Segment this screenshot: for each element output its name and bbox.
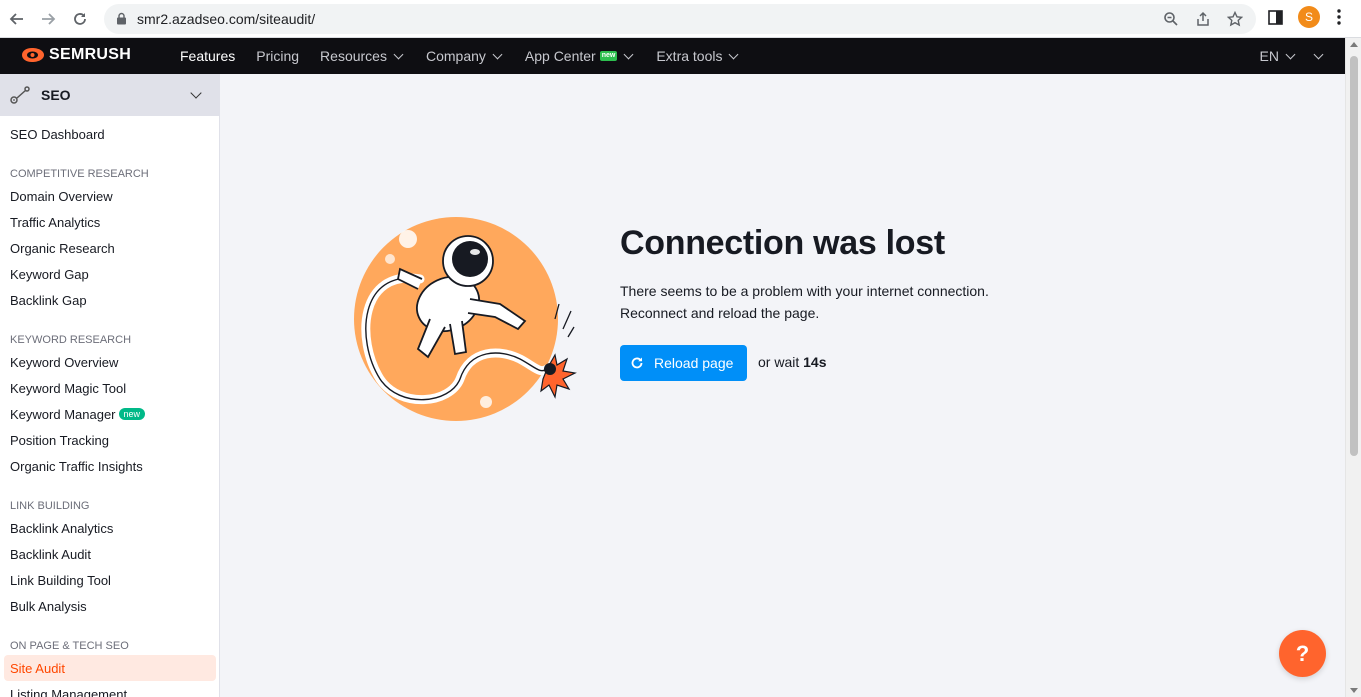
sidebar-section-on-page: ON PAGE & TECH SEO bbox=[10, 640, 129, 652]
sidebar-item-organic-research[interactable]: Organic Research bbox=[0, 235, 219, 261]
nav-resources-label: Resources bbox=[320, 48, 387, 64]
sidebar-section-keyword: KEYWORD RESEARCH bbox=[10, 334, 132, 346]
url-text: smr2.azadseo.com/siteaudit/ bbox=[137, 11, 316, 27]
refresh-icon bbox=[631, 357, 643, 369]
sidebar-item-site-audit[interactable]: Site Audit bbox=[4, 655, 216, 681]
back-icon[interactable] bbox=[7, 9, 27, 29]
chevron-down-icon[interactable] bbox=[190, 87, 202, 99]
chevron-down-icon bbox=[1285, 49, 1296, 59]
wait-prefix: or wait bbox=[758, 354, 800, 370]
sidebar-item-link-building-tool[interactable]: Link Building Tool bbox=[0, 567, 219, 593]
profile-avatar[interactable]: S bbox=[1298, 6, 1320, 28]
chevron-down-icon bbox=[1313, 49, 1324, 59]
sidebar-item-keyword-overview[interactable]: Keyword Overview bbox=[0, 349, 219, 375]
nav-app-center[interactable]: App Center new bbox=[525, 48, 635, 64]
page-title: Connection was lost bbox=[620, 224, 945, 262]
sidebar-item-keyword-gap[interactable]: Keyword Gap bbox=[0, 261, 219, 287]
page-scrollbar[interactable] bbox=[1345, 38, 1361, 697]
sidebar-item-keyword-manager-label: Keyword Manager bbox=[10, 406, 116, 422]
help-button[interactable]: ? bbox=[1279, 630, 1326, 677]
nav-pricing-label: Pricing bbox=[256, 48, 300, 64]
chevron-down-icon bbox=[729, 49, 739, 59]
sidepanel-icon[interactable] bbox=[1266, 8, 1284, 26]
chevron-down-icon bbox=[623, 49, 634, 59]
sidebar-item-bulk-analysis[interactable]: Bulk Analysis bbox=[0, 593, 219, 619]
nav-extra-tools-label: Extra tools bbox=[656, 48, 723, 64]
lock-icon bbox=[116, 12, 127, 30]
sidebar-item-domain-overview[interactable]: Domain Overview bbox=[0, 183, 219, 209]
top-navigation: SEMRUSH Features Pricing Resources Compa… bbox=[0, 38, 1345, 74]
language-select[interactable]: EN bbox=[1260, 48, 1297, 64]
semrush-logo[interactable]: SEMRUSH bbox=[20, 46, 131, 64]
new-badge: new bbox=[118, 408, 146, 420]
scroll-up-icon[interactable] bbox=[1350, 42, 1358, 47]
nav-pricing[interactable]: Pricing bbox=[256, 48, 299, 64]
nav-extra-tools[interactable]: Extra tools bbox=[656, 48, 740, 64]
main-content: Connection was lost There seems to be a … bbox=[220, 74, 1345, 697]
kebab-icon[interactable] bbox=[1334, 8, 1344, 26]
sidebar-toolkit-header[interactable]: SEO bbox=[0, 74, 219, 116]
language-label: EN bbox=[1259, 48, 1279, 64]
sidebar-item-listing-management[interactable]: Listing Management bbox=[0, 681, 219, 697]
browser-toolbar: smr2.azadseo.com/siteaudit/ S bbox=[0, 0, 1361, 38]
new-badge: new bbox=[599, 51, 618, 61]
sidebar-section-competitive: COMPETITIVE RESEARCH bbox=[10, 168, 149, 180]
description-line-1: There seems to be a problem with your in… bbox=[620, 283, 989, 299]
sidebar-item-backlink-audit[interactable]: Backlink Audit bbox=[0, 541, 219, 567]
scroll-down-icon[interactable] bbox=[1350, 688, 1358, 693]
scrollbar-thumb[interactable] bbox=[1350, 56, 1358, 456]
reload-page-label: Reload page bbox=[654, 355, 734, 371]
sidebar-item-keyword-manager[interactable]: Keyword Manager new bbox=[0, 401, 219, 427]
address-bar[interactable]: smr2.azadseo.com/siteaudit/ bbox=[104, 4, 1256, 34]
nav-company[interactable]: Company bbox=[426, 48, 504, 64]
sidebar-item-backlink-gap[interactable]: Backlink Gap bbox=[0, 287, 219, 313]
sidebar-title: SEO bbox=[41, 87, 71, 103]
description-line-2: Reconnect and reload the page. bbox=[620, 305, 820, 321]
nav-resources[interactable]: Resources bbox=[320, 48, 405, 64]
sidebar-item-backlink-analytics[interactable]: Backlink Analytics bbox=[0, 515, 219, 541]
star-icon[interactable] bbox=[1226, 10, 1244, 28]
nav-company-label: Company bbox=[425, 48, 486, 64]
error-description: There seems to be a problem with your in… bbox=[620, 280, 989, 324]
nav-app-center-label: App Center bbox=[524, 48, 596, 64]
chevron-down-icon bbox=[492, 49, 503, 59]
help-label: ? bbox=[1295, 640, 1310, 666]
reload-icon[interactable] bbox=[70, 9, 90, 29]
zoom-icon[interactable] bbox=[1162, 10, 1180, 28]
sidebar-item-traffic-analytics[interactable]: Traffic Analytics bbox=[0, 209, 219, 235]
semrush-logo-icon bbox=[22, 48, 44, 62]
sidebar: SEO SEO Dashboard COMPETITIVE RESEARCH D… bbox=[0, 74, 220, 697]
sidebar-item-position-tracking[interactable]: Position Tracking bbox=[0, 427, 219, 453]
nav-features-label: Features bbox=[180, 48, 236, 64]
sidebar-item-organic-traffic-insights[interactable]: Organic Traffic Insights bbox=[0, 453, 219, 479]
reload-page-button[interactable]: Reload page bbox=[620, 345, 747, 381]
account-menu[interactable] bbox=[1311, 49, 1325, 59]
astronaut-illustration bbox=[354, 217, 577, 421]
wait-countdown: or wait 14s bbox=[758, 354, 826, 370]
forward-icon[interactable] bbox=[38, 9, 58, 29]
sidebar-section-link-building: LINK BUILDING bbox=[10, 500, 90, 512]
sidebar-item-keyword-magic-tool[interactable]: Keyword Magic Tool bbox=[0, 375, 219, 401]
share-icon[interactable] bbox=[1194, 10, 1212, 28]
sidebar-item-seo-dashboard[interactable]: SEO Dashboard bbox=[0, 121, 219, 147]
nav-features[interactable]: Features bbox=[180, 48, 235, 64]
chevron-down-icon bbox=[393, 49, 404, 59]
seo-icon bbox=[10, 86, 30, 104]
logo-text: SEMRUSH bbox=[49, 46, 132, 63]
wait-seconds: 14s bbox=[803, 354, 827, 370]
